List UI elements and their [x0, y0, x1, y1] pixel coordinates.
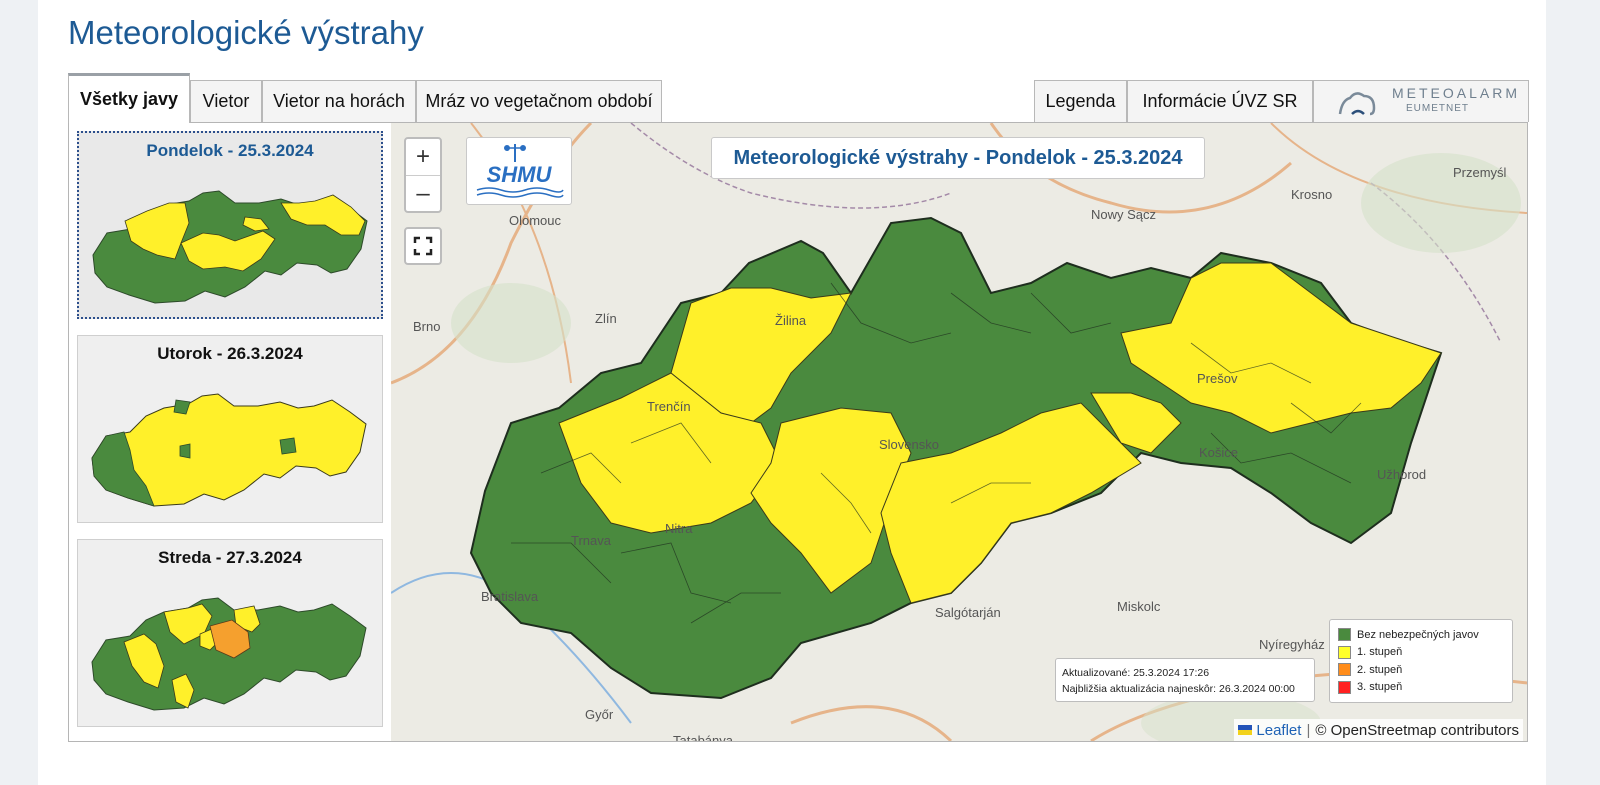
day-thumb-monday[interactable]: Pondelok - 25.3.2024 — [77, 131, 383, 319]
next-update-text: Najbližšia aktualizácia najneskôr: 26.3.… — [1062, 683, 1295, 695]
city-label: Győr — [585, 707, 614, 722]
city-label: Trenčín — [647, 399, 691, 414]
legend-row: 2. stupeň — [1338, 661, 1504, 679]
city-label: Zlín — [595, 311, 617, 326]
fullscreen-button[interactable] — [404, 227, 442, 265]
city-label: Salgótarján — [935, 605, 1001, 620]
legend-swatch — [1338, 645, 1351, 659]
meteoalarm-logo-icon — [1338, 92, 1376, 116]
day-map-thumbnail-monday — [92, 190, 368, 304]
zoom-out-button[interactable]: – — [406, 175, 440, 212]
shmu-logo[interactable]: SHMU — [466, 137, 572, 205]
tab-legend[interactable]: Legenda — [1034, 80, 1127, 122]
page: Meteorologické výstrahy Všetky javy Viet… — [38, 0, 1546, 785]
day-map-thumbnail-tuesday — [91, 393, 367, 507]
day-thumbnails: Pondelok - 25.3.2024 Utorok - 26.3.2024 — [69, 123, 391, 741]
city-label: Trnava — [571, 533, 611, 548]
legend-swatch — [1338, 628, 1351, 642]
zoom-in-button[interactable]: + — [406, 139, 440, 175]
city-label: Slovensko — [879, 437, 939, 452]
city-label: Nitra — [665, 521, 693, 536]
day-thumb-tuesday[interactable]: Utorok - 26.3.2024 — [77, 335, 383, 523]
city-label: Olomouc — [509, 213, 562, 228]
page-title: Meteorologické výstrahy — [68, 14, 424, 51]
legend-swatch — [1338, 663, 1351, 677]
ukraine-flag-icon — [1238, 725, 1253, 735]
legend-row: Bez nebezpečných javov — [1338, 626, 1504, 644]
day-thumb-wednesday[interactable]: Streda - 27.3.2024 — [77, 539, 383, 727]
meteoalarm-link[interactable]: METEOALARM EUMETNET — [1313, 80, 1529, 122]
map-legend: Bez nebezpečných javov 1. stupeň 2. stup… — [1329, 619, 1513, 703]
meteoalarm-subtitle: EUMETNET — [1406, 103, 1469, 114]
tab-frost[interactable]: Mráz vo vegetačnom období — [416, 80, 662, 122]
tab-all-phenomena[interactable]: Všetky javy — [68, 73, 190, 123]
legend-label: 2. stupeň — [1357, 663, 1403, 676]
shmu-logo-icon: SHMU — [476, 144, 564, 198]
city-label: Žilina — [775, 313, 807, 328]
tab-uvz-info[interactable]: Informácie ÚVZ SR — [1127, 80, 1313, 122]
city-label: Prešov — [1197, 371, 1238, 386]
day-label: Utorok - 26.3.2024 — [157, 344, 303, 363]
city-label: Tatabánya — [673, 733, 733, 741]
leaflet-link[interactable]: Leaflet — [1256, 722, 1301, 739]
city-label: Miskolc — [1117, 599, 1161, 614]
map-attribution: Leaflet | © OpenStreetmap contributors — [1234, 719, 1523, 741]
content-frame: Pondelok - 25.3.2024 Utorok - 26.3.2024 — [68, 122, 1528, 742]
map-title: Meteorologické výstrahy - Pondelok - 25.… — [711, 137, 1205, 179]
legend-row: 1. stupeň — [1338, 644, 1504, 662]
legend-label: 1. stupeň — [1357, 646, 1403, 659]
osm-attribution: © OpenStreetmap contributors — [1315, 721, 1519, 739]
update-info: Aktualizované: 25.3.2024 17:26 Najbližši… — [1055, 658, 1315, 702]
city-label: Bratislava — [481, 589, 539, 604]
day-map-thumbnail-wednesday — [91, 597, 367, 711]
city-label: Przemyśl — [1453, 165, 1507, 180]
legend-label: 3. stupeň — [1357, 681, 1403, 694]
city-label: Brno — [413, 319, 441, 334]
day-label: Streda - 27.3.2024 — [158, 548, 302, 567]
warning-map[interactable]: Olomouc Nowy Sącz Krosno Przemyśl Brno Z… — [391, 123, 1527, 741]
city-label: Košice — [1199, 445, 1239, 460]
logo-text: SHMU — [487, 162, 553, 187]
city-label: Užhorod — [1377, 467, 1427, 482]
tab-mountain-wind[interactable]: Vietor na horách — [262, 80, 416, 122]
city-label: Krosno — [1291, 187, 1333, 202]
attribution-separator: | — [1306, 721, 1311, 739]
updated-text: Aktualizované: 25.3.2024 17:26 — [1062, 667, 1210, 679]
fullscreen-icon — [413, 236, 433, 256]
legend-row: 3. stupeň — [1338, 679, 1504, 697]
day-label: Pondelok - 25.3.2024 — [146, 141, 314, 160]
meteoalarm-title: METEOALARM — [1392, 85, 1521, 101]
tab-wind[interactable]: Vietor — [190, 80, 262, 122]
city-label: Nyíregyház — [1259, 637, 1325, 652]
city-label: Nowy Sącz — [1091, 207, 1157, 222]
legend-swatch — [1338, 680, 1351, 694]
legend-label: Bez nebezpečných javov — [1357, 628, 1479, 641]
zoom-control: + – — [404, 137, 442, 213]
